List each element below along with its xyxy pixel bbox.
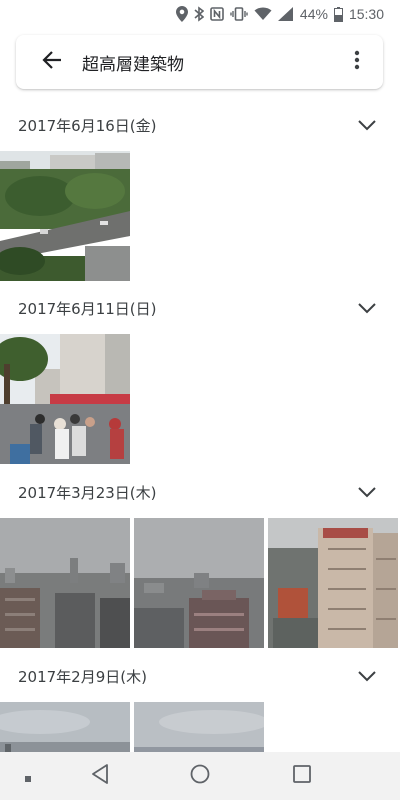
back-button[interactable]	[28, 38, 76, 86]
more-options-button[interactable]	[337, 38, 377, 86]
date-label: 2017年2月9日(木)	[18, 667, 147, 686]
chevron-down-icon	[358, 486, 376, 497]
wifi-icon	[254, 7, 272, 21]
date-label: 2017年6月16日(金)	[18, 116, 157, 135]
photo-thumbnail[interactable]	[0, 151, 130, 281]
home-circle-icon	[190, 764, 210, 788]
more-vert-icon	[354, 50, 360, 74]
recents-square-icon	[293, 765, 311, 787]
system-navigation-bar	[0, 752, 400, 800]
search-query-title[interactable]: 超高層建築物	[82, 50, 337, 75]
back-triangle-icon	[91, 764, 109, 788]
back-nav-button[interactable]	[80, 752, 120, 800]
menu-dot-icon	[25, 767, 31, 786]
menu-dot-button[interactable]	[18, 752, 38, 800]
status-time: 15:30	[348, 6, 384, 22]
vibrate-icon	[230, 7, 248, 21]
date-label: 2017年3月23日(木)	[18, 483, 157, 502]
expand-button[interactable]	[352, 110, 382, 140]
date-header: 2017年6月16日(金)	[0, 101, 400, 149]
date-section: 2017年6月16日(金)	[0, 101, 400, 281]
location-icon	[175, 6, 188, 22]
nfc-icon	[210, 7, 224, 21]
expand-button[interactable]	[352, 477, 382, 507]
chevron-down-icon	[358, 670, 376, 681]
home-nav-button[interactable]	[180, 752, 220, 800]
photo-thumbnail[interactable]	[134, 518, 264, 648]
arrow-back-icon	[42, 50, 62, 74]
date-section: 2017年6月11日(日)	[0, 284, 400, 464]
expand-button[interactable]	[352, 293, 382, 323]
photo-thumbnail[interactable]	[0, 334, 130, 464]
battery-icon	[333, 6, 343, 22]
date-header: 2017年3月23日(木)	[0, 468, 400, 516]
search-bar: 超高層建築物	[16, 35, 383, 89]
date-header: 2017年6月11日(日)	[0, 284, 400, 332]
signal-icon	[277, 7, 294, 21]
photo-thumbnail[interactable]	[268, 518, 398, 648]
bluetooth-icon	[194, 6, 204, 22]
chevron-down-icon	[358, 119, 376, 130]
recents-nav-button[interactable]	[282, 752, 322, 800]
date-header: 2017年2月9日(木)	[0, 652, 400, 700]
chevron-down-icon	[358, 302, 376, 313]
date-label: 2017年6月11日(日)	[18, 299, 157, 318]
status-bar: 44% 15:30	[0, 0, 400, 28]
photo-thumbnail[interactable]	[0, 518, 130, 648]
expand-button[interactable]	[352, 661, 382, 691]
date-section: 2017年3月23日(木)	[0, 468, 400, 648]
battery-percent: 44%	[299, 6, 328, 22]
